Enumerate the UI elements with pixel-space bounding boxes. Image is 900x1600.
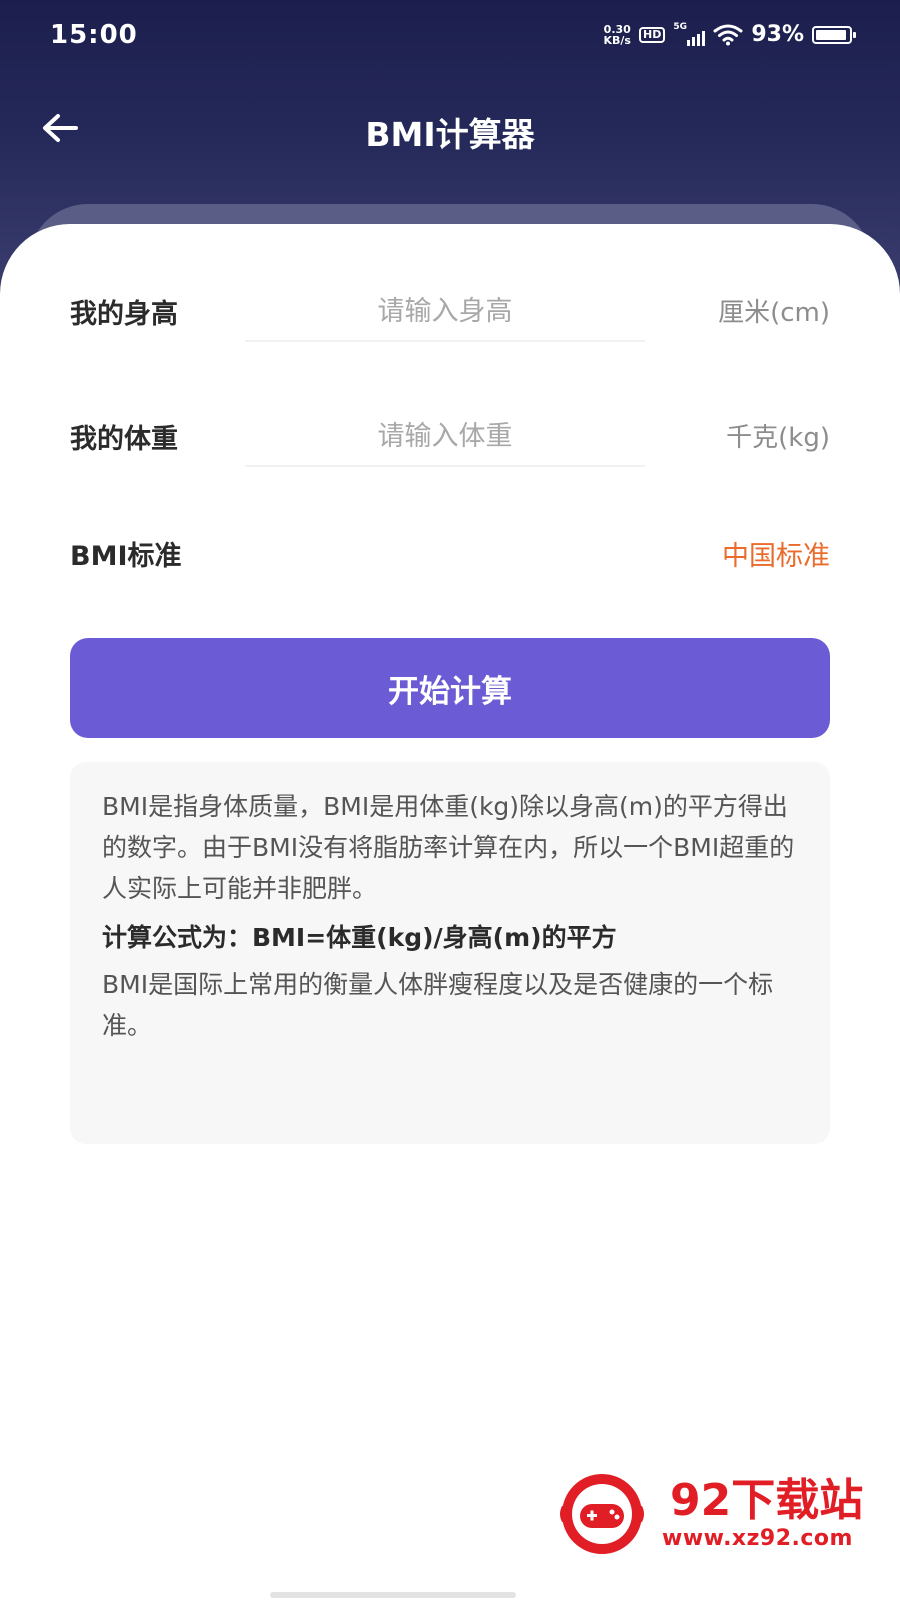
height-unit: 厘米(cm) — [718, 298, 830, 328]
standard-selector[interactable]: 中国标准 — [722, 534, 830, 573]
height-label: 我的身高 — [70, 299, 178, 330]
info-note: BMI是国际上常用的衡量人体胖瘦程度以及是否健康的一个标准。 — [102, 970, 774, 1040]
wifi-icon — [713, 24, 743, 45]
network-speed-unit: KB/s — [603, 33, 631, 47]
weight-unit: 千克(kg) — [726, 423, 830, 453]
status-time: 15:00 — [50, 20, 138, 50]
status-icons: 0.30 KB/s HD 5G 93% — [604, 21, 856, 47]
weight-row: 我的体重 千克(kg) — [70, 407, 830, 485]
watermark-title: 92下载站 — [670, 1475, 864, 1526]
battery-fill — [816, 29, 846, 40]
network-type-label: 5G — [673, 21, 687, 32]
standard-row: BMI标准 中国标准 — [70, 532, 830, 582]
cellular-signal-icon: 5G — [673, 21, 706, 46]
info-description: BMI是指身体质量，BMI是用体重(kg)除以身高(m)的平方得出的数字。由于B… — [102, 792, 795, 903]
info-formula: 计算公式为：BMI=体重(kg)/身高(m)的平方 — [102, 923, 617, 952]
weight-label: 我的体重 — [70, 424, 178, 455]
height-input[interactable] — [245, 282, 645, 342]
hd-icon: HD — [638, 26, 666, 43]
nav-bar: BMI计算器 — [0, 90, 900, 166]
battery-icon — [812, 25, 856, 44]
standard-label: BMI标准 — [70, 541, 182, 572]
info-box: BMI是指身体质量，BMI是用体重(kg)除以身高(m)的平方得出的数字。由于B… — [70, 762, 830, 1144]
home-indicator[interactable] — [270, 1592, 516, 1598]
network-speed: 0.30 KB/s — [604, 24, 631, 46]
watermark-url: www.xz92.com — [662, 1526, 853, 1551]
network-speed-value: 0.30 — [603, 22, 631, 36]
watermark-logo-icon — [560, 1474, 644, 1554]
height-row: 我的身高 厘米(cm) — [70, 282, 830, 360]
watermark: 92下载站 www.xz92.com — [540, 1460, 900, 1570]
calculate-button[interactable]: 开始计算 — [70, 638, 830, 738]
page-title: BMI计算器 — [365, 115, 535, 154]
weight-input[interactable] — [245, 407, 645, 467]
status-bar: 15:00 0.30 KB/s HD 5G 93% — [0, 0, 900, 78]
battery-percent: 93% — [751, 22, 804, 47]
